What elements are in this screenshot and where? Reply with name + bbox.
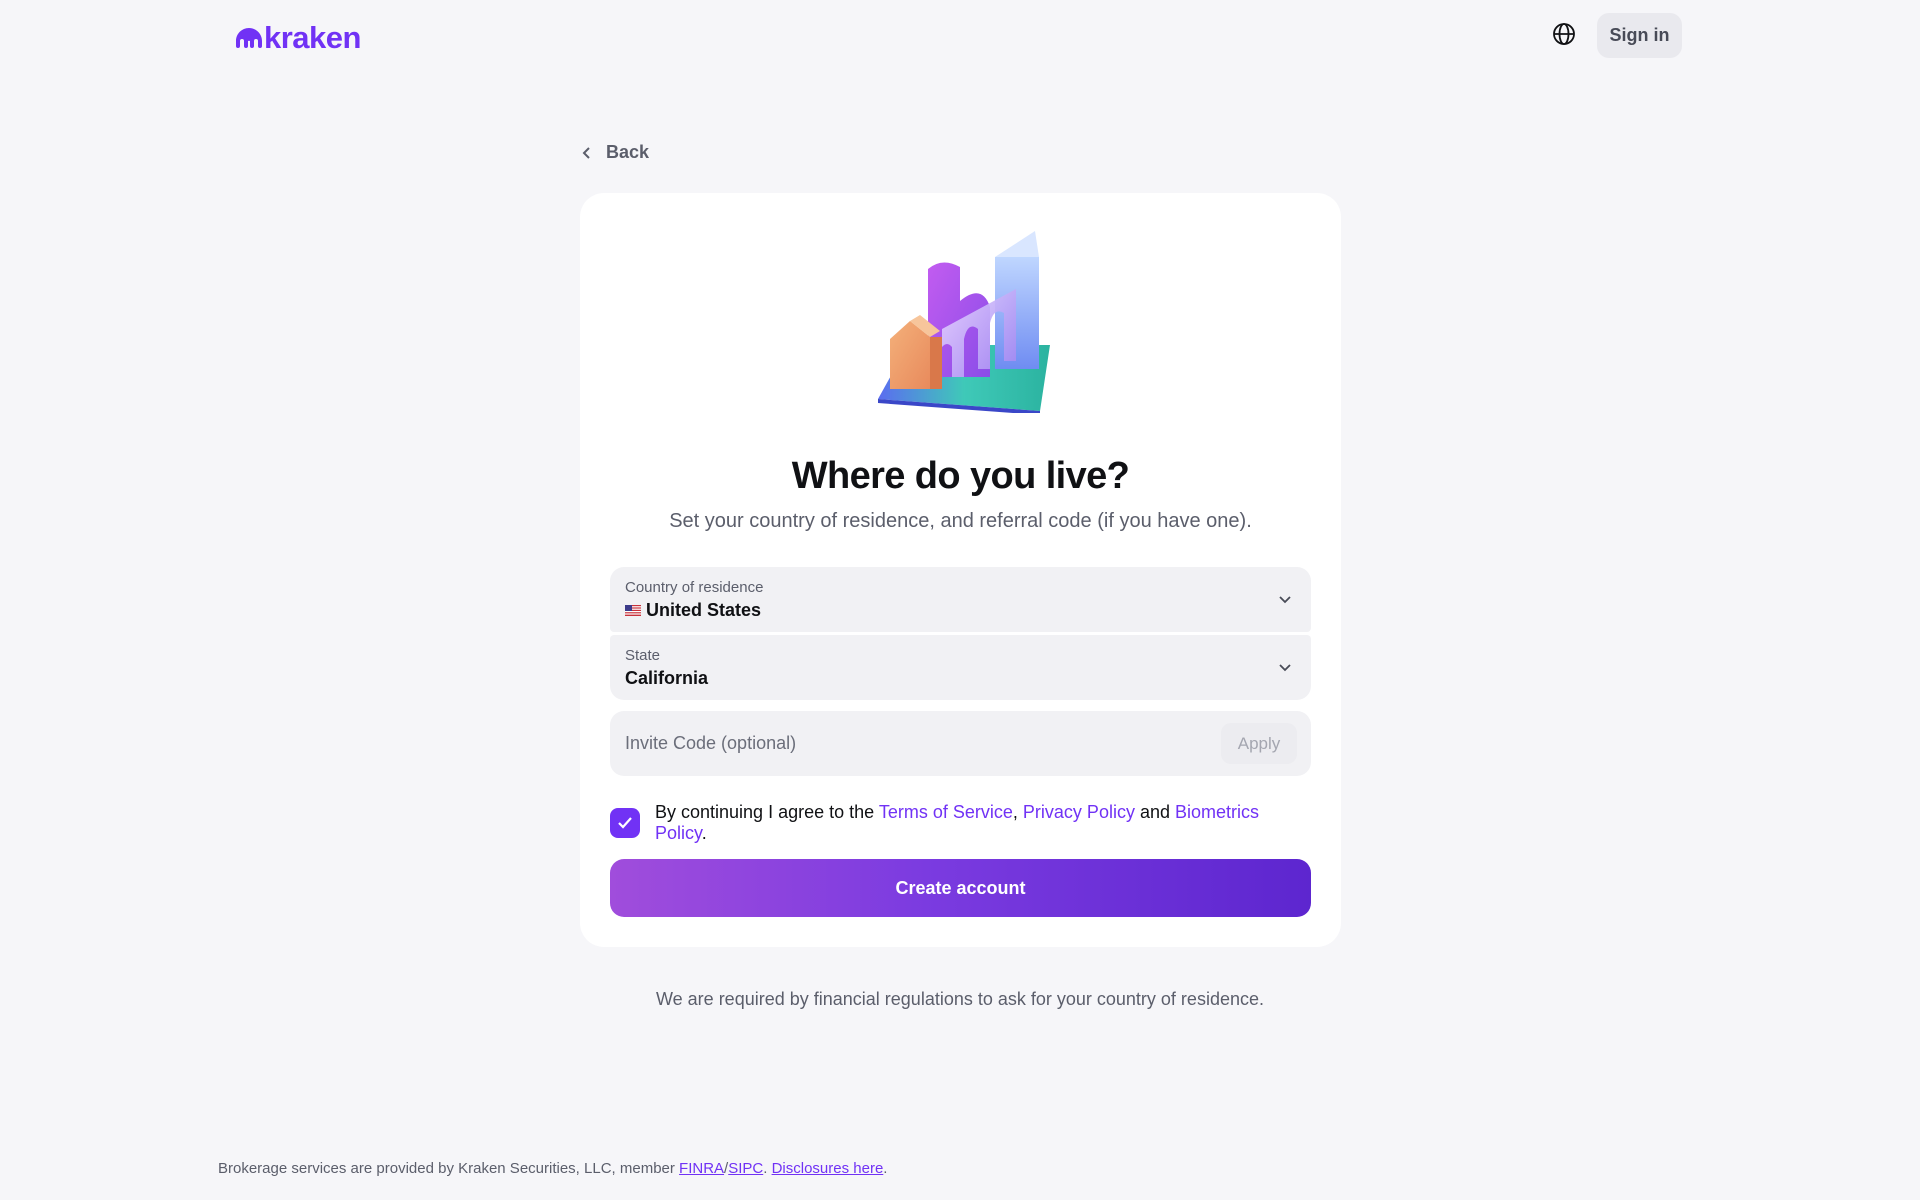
- invite-code-field: Apply: [610, 711, 1311, 776]
- city-buildings-illustration: [878, 231, 1050, 413]
- country-value: United States: [646, 600, 762, 620]
- agreement-comma: ,: [1012, 802, 1018, 822]
- country-select[interactable]: Country of residence United States: [610, 567, 1311, 632]
- finra-link[interactable]: FINRA: [679, 1160, 724, 1177]
- state-select[interactable]: State California: [610, 635, 1311, 700]
- sign-in-button[interactable]: Sign in: [1597, 13, 1682, 58]
- agree-checkbox[interactable]: [610, 808, 640, 838]
- top-header: kraken Sign in: [0, 0, 1920, 70]
- chevron-down-icon: [1279, 664, 1291, 672]
- logo-text: kraken: [264, 20, 361, 55]
- checkmark-icon: [618, 817, 632, 829]
- country-label: Country of residence: [625, 579, 764, 596]
- regulation-note: We are required by financial regulations…: [656, 989, 1264, 1009]
- page-title: Where do you live?: [791, 455, 1130, 497]
- terms-of-service-link[interactable]: Terms of Service: [879, 802, 1013, 822]
- page-subtitle: Set your country of residence, and refer…: [669, 510, 1252, 532]
- privacy-policy-link[interactable]: Privacy Policy: [1023, 802, 1135, 822]
- kraken-logo[interactable]: kraken: [236, 20, 361, 56]
- footer-disclaimer: Brokerage services are provided by Krake…: [218, 1160, 887, 1177]
- agreement-text: By continuing I agree to the Terms of Se…: [655, 802, 1311, 844]
- chevron-down-icon: [1279, 596, 1291, 604]
- us-flag-icon: [625, 605, 641, 616]
- disclosures-link[interactable]: Disclosures here: [772, 1160, 884, 1177]
- invite-code-input[interactable]: [610, 711, 1190, 776]
- agreement-prefix: By continuing I agree to the: [655, 802, 875, 822]
- agreement-period: .: [701, 823, 707, 843]
- country-value-row: United States: [625, 600, 761, 621]
- footer-sep: .: [763, 1160, 768, 1177]
- kraken-logo-icon: [236, 28, 262, 48]
- state-value: California: [625, 668, 709, 688]
- back-link[interactable]: Back: [582, 142, 649, 163]
- sipc-link[interactable]: SIPC: [728, 1160, 763, 1177]
- footer-end: .: [883, 1160, 888, 1177]
- footer-text: Brokerage services are provided by Krake…: [218, 1160, 675, 1177]
- signup-card: Where do you live? Set your country of r…: [580, 193, 1341, 947]
- globe-icon[interactable]: [1550, 20, 1578, 48]
- terms-agreement: By continuing I agree to the Terms of Se…: [610, 802, 1311, 843]
- create-account-button[interactable]: Create account: [610, 859, 1311, 917]
- state-label: State: [625, 647, 661, 664]
- agreement-and: and: [1139, 802, 1171, 822]
- back-label: Back: [606, 142, 650, 162]
- chevron-left-icon: [582, 146, 590, 159]
- apply-button[interactable]: Apply: [1221, 723, 1297, 764]
